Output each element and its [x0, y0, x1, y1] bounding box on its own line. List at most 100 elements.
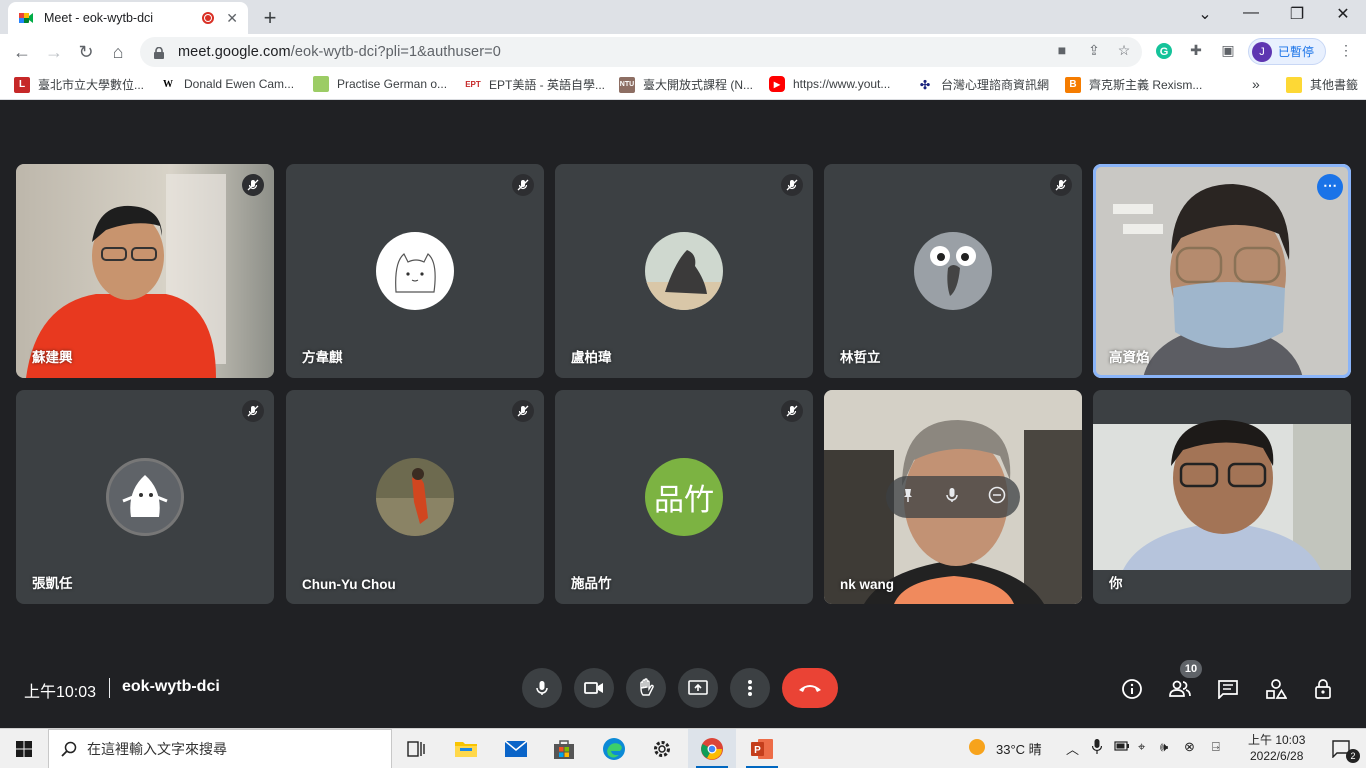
weather-sun-icon[interactable] [968, 738, 986, 759]
bookmark-item[interactable]: EPT EPT美語 - 英語自學... [465, 76, 605, 93]
reload-button[interactable]: ↻ [74, 40, 98, 64]
camera-in-use-icon[interactable]: ■ [1052, 42, 1072, 58]
participants-button[interactable] [1167, 676, 1193, 702]
notification-count-badge: 2 [1346, 749, 1360, 763]
participant-name: 方韋麒 [302, 350, 343, 365]
chat-button[interactable] [1215, 676, 1241, 702]
lock-icon[interactable] [154, 46, 164, 59]
host-controls-button[interactable] [1311, 676, 1337, 702]
mic-icon[interactable] [944, 487, 960, 508]
present-screen-button[interactable] [678, 668, 718, 708]
taskbar-clock[interactable]: 上午 10:03 2022/6/28 [1248, 732, 1305, 764]
more-options-button[interactable] [730, 668, 770, 708]
no-connection-icon[interactable]: ⊗ [1184, 739, 1195, 755]
muted-mic-icon [512, 400, 534, 422]
participant-name: nk wang [840, 577, 895, 592]
new-tab-button[interactable]: + [258, 5, 282, 31]
raise-hand-button[interactable] [626, 668, 666, 708]
show-hidden-icons-chevron-up-icon[interactable]: ︿ [1066, 739, 1079, 758]
participant-tile[interactable]: 蘇建興 [16, 164, 274, 378]
battery-icon[interactable] [1114, 739, 1130, 756]
close-tab-icon[interactable]: ✕ [226, 10, 238, 27]
other-bookmarks-folder[interactable]: 其他書籤 [1286, 76, 1358, 93]
svg-text:G: G [1160, 46, 1169, 58]
mic-icon [536, 681, 548, 695]
microphone-tray-icon[interactable] [1091, 739, 1103, 758]
edge-browser-app[interactable] [590, 729, 638, 768]
powerpoint-icon: P [751, 739, 773, 759]
svg-text:P: P [754, 745, 761, 756]
settings-app[interactable] [638, 729, 686, 768]
file-explorer-app[interactable] [442, 729, 490, 768]
side-panel-icon[interactable]: ▣ [1218, 42, 1238, 62]
bookmark-item[interactable]: NTU 臺大開放式課程 (N... [619, 76, 753, 93]
activities-button[interactable] [1263, 676, 1289, 702]
chrome-menu-icon[interactable]: ⋮ [1336, 42, 1356, 62]
muted-mic-icon [1050, 174, 1072, 196]
participant-tile-active-speaker[interactable]: ⋯ 高資焰 [1093, 164, 1351, 378]
profile-avatar: J [1252, 41, 1272, 62]
mail-app[interactable] [492, 729, 540, 768]
camera-button[interactable] [574, 668, 614, 708]
recording-indicator-icon [202, 12, 215, 24]
extensions-puzzle-icon[interactable]: ✚ [1186, 42, 1206, 62]
address-bar[interactable]: meet.google.com/eok-wytb-dci?pli=1&authu… [140, 37, 1142, 67]
participant-tile-hovered[interactable]: nk wang [824, 390, 1082, 604]
bookmark-star-icon[interactable]: ☆ [1114, 42, 1134, 59]
leave-call-button[interactable] [782, 668, 838, 708]
weather-text[interactable]: 33°C 晴 [996, 739, 1042, 758]
meet-control-bar: 上午10:03 eok-wytb-dci [0, 660, 1366, 716]
microphone-button[interactable] [522, 668, 562, 708]
more-options-icon[interactable]: ⋯ [1317, 174, 1343, 200]
notification-center-button[interactable]: 2 [1318, 729, 1366, 768]
task-view-button[interactable] [392, 729, 440, 768]
participant-tile[interactable]: 張凱任 [16, 390, 274, 604]
share-icon[interactable]: ⇪ [1084, 42, 1104, 59]
input-method-icon[interactable]: ⍈ [1212, 739, 1220, 755]
ept-icon: EPT [465, 76, 481, 93]
wikipedia-icon: W [160, 76, 176, 92]
bookmark-item[interactable]: ▶ https://www.yout... [769, 76, 890, 92]
participant-tile[interactable]: 盧柏瑋 [555, 164, 813, 378]
participant-tile[interactable]: Chun-Yu Chou [286, 390, 544, 604]
home-button[interactable]: ⌂ [106, 40, 130, 64]
close-window-button[interactable]: ✕ [1320, 4, 1366, 24]
bookmark-item[interactable]: Practise German o... [313, 76, 447, 92]
pin-icon[interactable] [900, 487, 916, 508]
bookmark-item[interactable]: B 齊克斯主義 Rexism... [1065, 76, 1202, 93]
microsoft-store-app[interactable] [540, 729, 588, 768]
hang-up-icon [799, 685, 821, 692]
remove-participant-icon[interactable] [988, 486, 1006, 509]
participant-tile[interactable]: 林哲立 [824, 164, 1082, 378]
start-button[interactable] [0, 729, 48, 768]
participant-avatar [645, 232, 723, 310]
bookmarks-overflow-button[interactable]: » [1252, 76, 1260, 92]
minimize-window-button[interactable]: — [1228, 4, 1274, 22]
bookmark-label: 臺北市立大學數位... [38, 78, 145, 92]
task-view-icon [407, 741, 425, 757]
meeting-details-button[interactable] [1119, 676, 1145, 702]
participant-initials-avatar: 品竹 [645, 458, 723, 536]
bookmark-item[interactable]: W Donald Ewen Cam... [160, 76, 294, 92]
browser-tab-meet[interactable]: Meet - eok-wytb-dci ✕ [8, 2, 248, 34]
self-view-tile[interactable]: 你 [1093, 390, 1351, 604]
ntu-ocw-icon: NTU [619, 76, 635, 93]
network-icon[interactable]: ⌖ [1138, 739, 1145, 755]
participant-initials: 品竹 [654, 484, 714, 517]
chrome-app-active[interactable] [688, 729, 736, 768]
bookmark-item[interactable]: ✣ 台灣心理諮商資訊網 [917, 76, 1049, 93]
search-icon [61, 741, 77, 757]
grammarly-extension-icon[interactable]: G [1154, 42, 1174, 62]
participant-tile[interactable]: 品竹 施品竹 [555, 390, 813, 604]
back-button[interactable]: ← [10, 40, 34, 64]
powerpoint-app[interactable]: P [738, 729, 786, 768]
participant-tile[interactable]: 方韋麒 [286, 164, 544, 378]
tab-search-chevron-down-icon[interactable]: ⌄ [1182, 4, 1228, 24]
profile-button[interactable]: J 已暫停 [1248, 38, 1326, 65]
muted-mic-icon [781, 400, 803, 422]
forward-button[interactable]: → [42, 40, 66, 64]
taskbar-search-box[interactable]: 在這裡輸入文字來搜尋 [48, 729, 392, 768]
volume-icon[interactable]: 🕪 [1160, 739, 1168, 755]
bookmark-item[interactable]: L 臺北市立大學數位... [14, 76, 144, 93]
restore-window-button[interactable]: ❐ [1274, 4, 1320, 24]
